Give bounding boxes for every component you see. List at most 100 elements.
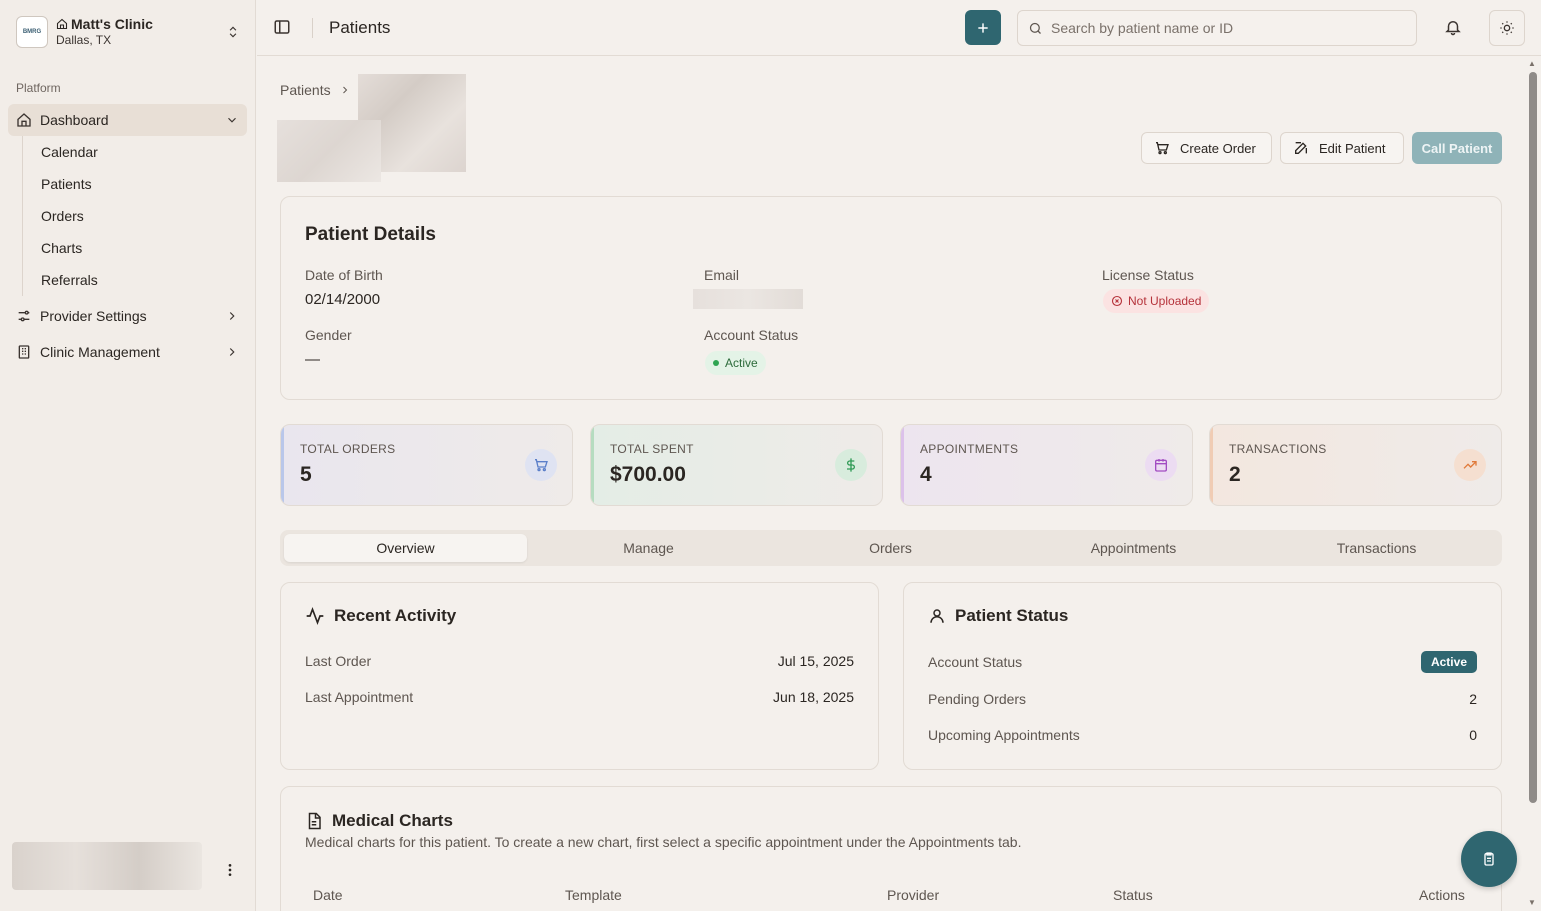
chevron-down-icon: [228, 117, 236, 123]
stat-appointments: APPOINTMENTS 4: [900, 424, 1193, 506]
sidebar-toggle-icon[interactable]: [273, 18, 291, 36]
col-status: Status: [1113, 887, 1153, 903]
platform-section-label: Platform: [16, 81, 61, 95]
call-patient-button[interactable]: Call Patient: [1412, 132, 1502, 164]
last-appointment-value: Jun 18, 2025: [773, 689, 854, 705]
stat-transactions: TRANSACTIONS 2: [1209, 424, 1502, 506]
nav-provider-settings[interactable]: Provider Settings: [8, 300, 247, 332]
more-vertical-icon[interactable]: [222, 861, 238, 879]
scroll-down-arrow[interactable]: ▼: [1528, 898, 1538, 908]
patient-details-card: Patient Details Date of Birth 02/14/2000…: [280, 196, 1502, 400]
add-button[interactable]: [965, 10, 1001, 45]
clinic-logo: BMRG: [16, 16, 48, 48]
home-icon: [17, 113, 31, 127]
gender-label: Gender: [305, 327, 352, 343]
breadcrumb-patients-link[interactable]: Patients: [280, 82, 331, 98]
plus-icon: [978, 22, 988, 33]
tab-transactions[interactable]: Transactions: [1255, 534, 1498, 562]
status-dot: [713, 360, 719, 366]
last-appointment-label: Last Appointment: [305, 689, 414, 705]
recent-activity-title: Recent Activity: [305, 606, 456, 626]
header-divider: [312, 18, 313, 38]
nav-calendar[interactable]: Calendar: [41, 142, 98, 162]
floating-clipboard-button[interactable]: [1461, 831, 1517, 887]
dob-label: Date of Birth: [305, 267, 383, 283]
nav-charts[interactable]: Charts: [41, 238, 82, 258]
tab-manage[interactable]: Manage: [527, 534, 770, 562]
patient-status-title-text: Patient Status: [955, 606, 1069, 625]
scroll-up-arrow[interactable]: ▲: [1528, 59, 1538, 69]
search-input[interactable]: [1051, 20, 1391, 36]
clinic-switcher[interactable]: BMRG Matt's Clinic Dallas, TX: [16, 15, 240, 49]
col-actions: Actions: [1419, 887, 1465, 903]
clipboard-icon: [1484, 852, 1494, 866]
calendar-icon: [1155, 459, 1167, 472]
bell-icon[interactable]: [1444, 18, 1462, 36]
stat-icon-wrap: [1454, 449, 1486, 481]
nav-dashboard-label: Dashboard: [40, 112, 109, 128]
edit-patient-button[interactable]: Edit Patient: [1280, 132, 1404, 164]
col-date: Date: [313, 887, 343, 903]
license-status-badge: Not Uploaded: [1103, 289, 1210, 313]
stat-accent: [591, 425, 594, 505]
email-value-redacted: [693, 289, 803, 309]
nav-clinic-management[interactable]: Clinic Management: [8, 336, 247, 368]
stat-label: TOTAL SPENT: [610, 442, 694, 456]
col-template: Template: [565, 887, 622, 903]
last-order-label: Last Order: [305, 653, 372, 669]
medical-charts-title: Medical Charts: [305, 811, 453, 831]
chevron-right-icon: [229, 312, 235, 320]
home-icon: [56, 18, 68, 30]
edit-icon: [1295, 142, 1307, 154]
stat-accent: [281, 425, 284, 505]
pending-orders-label: Pending Orders: [928, 691, 1027, 707]
cart-icon: [535, 459, 548, 472]
account-status-label: Account Status: [704, 327, 799, 343]
stat-icon-wrap: [835, 449, 867, 481]
edit-patient-label: Edit Patient: [1319, 140, 1386, 156]
stat-label: APPOINTMENTS: [920, 442, 1019, 456]
search-icon: [1029, 22, 1041, 34]
tab-orders[interactable]: Orders: [769, 534, 1012, 562]
nav-patients[interactable]: Patients: [41, 174, 92, 194]
scrollbar-thumb[interactable]: [1529, 72, 1537, 803]
sidebar: BMRG Matt's Clinic Dallas, TX Platform D…: [0, 0, 256, 911]
col-provider: Provider: [887, 887, 940, 903]
upcoming-appointments-label: Upcoming Appointments: [928, 727, 1080, 743]
medical-charts-title-text: Medical Charts: [332, 811, 453, 830]
pending-orders-value: 2: [1469, 691, 1477, 707]
stat-accent: [1210, 425, 1213, 505]
breadcrumb: Patients: [280, 82, 351, 98]
clinic-name: Matt's Clinic: [71, 16, 153, 32]
file-text-icon: [308, 812, 321, 830]
nav-orders[interactable]: Orders: [41, 206, 84, 226]
dob-value: 02/14/2000: [305, 291, 381, 308]
patient-details-title: Patient Details: [305, 224, 436, 245]
search-box: [1017, 10, 1417, 46]
stat-value: 2: [1229, 463, 1241, 486]
trending-up-icon: [1463, 461, 1477, 469]
recent-activity-title-text: Recent Activity: [334, 606, 457, 625]
stat-value: 5: [300, 463, 312, 486]
theme-toggle-button[interactable]: [1489, 10, 1525, 46]
nav-referrals[interactable]: Referrals: [41, 270, 98, 290]
create-order-button[interactable]: Create Order: [1141, 132, 1272, 164]
stat-label: TRANSACTIONS: [1229, 442, 1327, 456]
nav-dashboard[interactable]: Dashboard: [8, 104, 247, 136]
activity-icon: [306, 606, 324, 626]
chevrons-up-down-icon: [229, 26, 237, 38]
dollar-icon: [847, 458, 855, 472]
building-icon: [18, 345, 30, 359]
ps-account-status-label: Account Status: [928, 654, 1023, 670]
tab-overview[interactable]: Overview: [284, 534, 527, 562]
patient-name-redacted: [277, 120, 381, 182]
tab-appointments[interactable]: Appointments: [1012, 534, 1255, 562]
clinic-location: Dallas, TX: [56, 33, 112, 47]
x-circle-icon: [1111, 295, 1123, 307]
license-status-value: Not Uploaded: [1128, 294, 1202, 308]
chevron-right-icon: [229, 348, 235, 356]
user-profile-redacted[interactable]: [12, 842, 202, 890]
patient-status-card: Patient Status Account Status Active Pen…: [903, 582, 1502, 770]
ps-account-status-badge: Active: [1420, 651, 1477, 673]
stat-total-orders: TOTAL ORDERS 5: [280, 424, 573, 506]
